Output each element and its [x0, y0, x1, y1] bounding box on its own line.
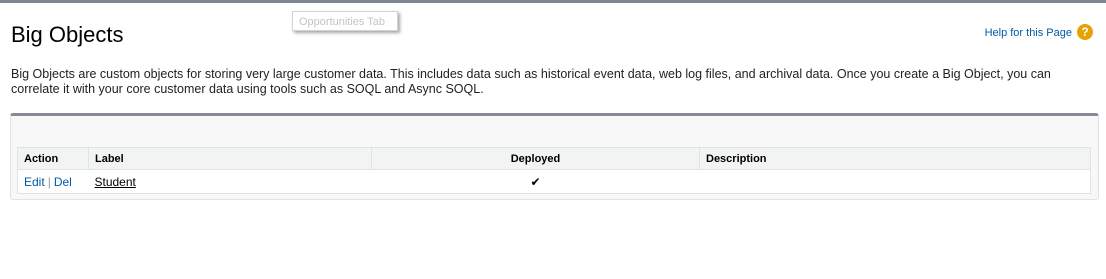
- big-objects-list-panel: Action Label Deployed Description Edit | D…: [10, 113, 1099, 200]
- row-description-cell: [700, 170, 1091, 194]
- page-description: Big Objects are custom objects for stori…: [11, 67, 1051, 96]
- top-rule: [0, 0, 1106, 3]
- object-label-link[interactable]: Student: [95, 175, 136, 189]
- delete-link[interactable]: Del: [54, 175, 72, 189]
- action-separator: |: [47, 174, 51, 189]
- deployed-checkmark-icon: ✔: [530, 174, 541, 189]
- big-objects-table: Action Label Deployed Description Edit | D…: [17, 147, 1091, 194]
- question-icon[interactable]: ?: [1077, 24, 1093, 40]
- column-header-description[interactable]: Description: [699, 147, 1091, 170]
- row-label-cell: Student: [89, 170, 372, 194]
- column-header-deployed[interactable]: Deployed: [371, 147, 700, 170]
- table-row: Edit | Del Student ✔: [18, 170, 1091, 194]
- column-header-action: Action: [17, 147, 89, 170]
- table-header-row: Action Label Deployed Description: [17, 147, 1091, 170]
- row-actions: Edit | Del: [18, 170, 89, 194]
- page-title: Big Objects: [11, 22, 124, 47]
- edit-link[interactable]: Edit: [24, 175, 45, 189]
- help-link[interactable]: Help for this Page: [985, 27, 1072, 39]
- column-header-label[interactable]: Label: [88, 147, 372, 170]
- tab-tooltip: Opportunities Tab: [292, 11, 398, 31]
